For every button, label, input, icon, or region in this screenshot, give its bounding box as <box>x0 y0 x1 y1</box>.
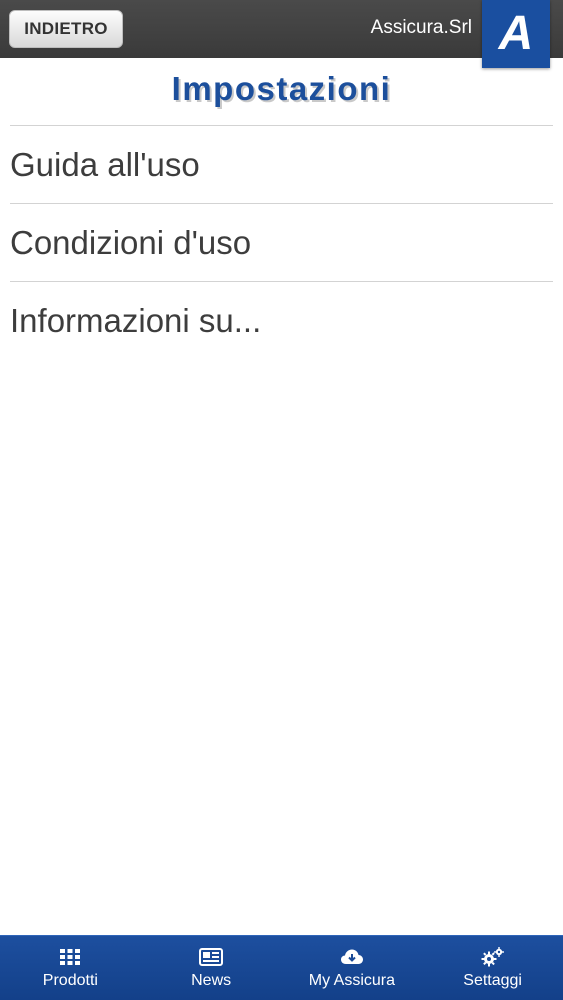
brand-name: Assicura.Srl <box>370 17 472 38</box>
logo-letter: A <box>498 7 534 60</box>
menu-item-terms-of-use[interactable]: Condizioni d'uso <box>10 204 553 282</box>
menu-item-about[interactable]: Informazioni su... <box>10 282 553 360</box>
tab-label: News <box>191 972 232 989</box>
tab-label: My Assicura <box>308 972 395 989</box>
brand-logo[interactable]: A <box>482 0 550 68</box>
newspaper-icon <box>199 947 224 967</box>
grid-icon <box>58 947 82 967</box>
back-button[interactable]: INDIETRO <box>9 10 123 48</box>
settings-menu-list: Guida all'uso Condizioni d'uso Informazi… <box>10 125 553 360</box>
tab-label: Settaggi <box>463 972 522 989</box>
page-title: Impostazioni <box>171 70 392 107</box>
tab-prodotti[interactable]: Prodotti <box>0 936 141 1000</box>
top-bar: INDIETRO Assicura.Srl A <box>0 0 563 68</box>
settings-screen: INDIETRO Assicura.Srl A Impostazioni Gui… <box>0 0 563 1000</box>
menu-item-label: Condizioni d'uso <box>10 223 252 261</box>
menu-item-label: Informazioni su... <box>10 302 262 339</box>
menu-item-user-guide[interactable]: Guida all'uso <box>10 126 553 204</box>
tab-label: Prodotti <box>42 972 98 989</box>
tab-news[interactable]: News <box>141 936 282 1000</box>
tab-my-assicura[interactable]: My Assicura <box>282 936 423 1000</box>
cloud-download-icon <box>340 947 364 967</box>
gears-icon <box>481 947 505 967</box>
menu-item-label: Guida all'uso <box>10 145 200 183</box>
bottom-tab-bar: Prodotti News My Assicura Settaggi <box>0 935 563 1000</box>
tab-settaggi[interactable]: Settaggi <box>422 936 563 1000</box>
